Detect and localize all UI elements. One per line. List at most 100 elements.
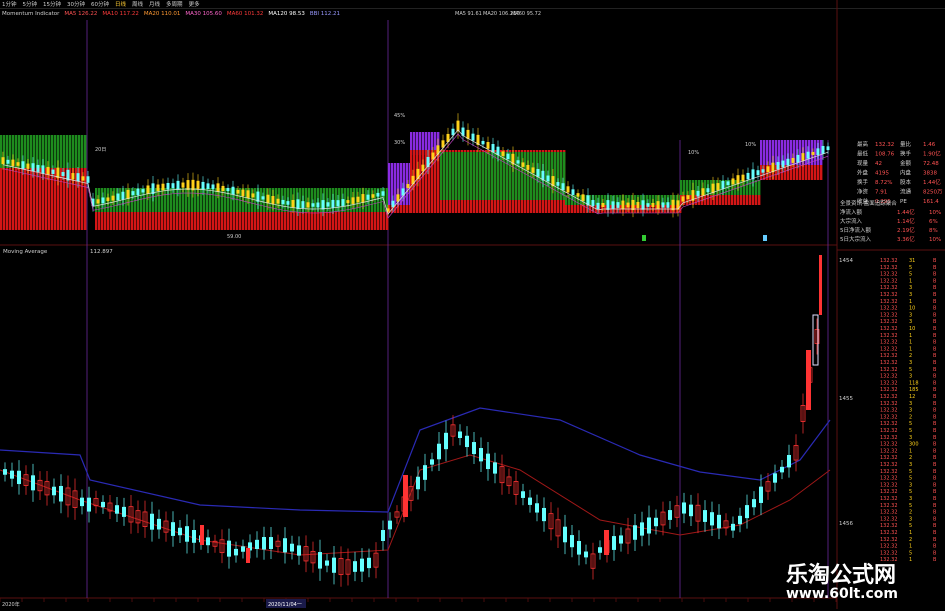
histogram-bar: [808, 165, 811, 180]
top-candle: [211, 184, 215, 190]
top-candle: [306, 202, 310, 208]
histogram-bar: [568, 195, 571, 205]
histogram-bar: [84, 135, 87, 168]
histogram-bar: [565, 205, 568, 213]
tick-price: 132.32: [880, 265, 898, 271]
tick-direction: B: [933, 544, 937, 550]
histogram-bar: [260, 212, 263, 230]
price-label-10b: 10%: [745, 142, 756, 148]
flow-label: 5日净流入额: [840, 226, 871, 234]
tick-direction: B: [933, 537, 937, 543]
tick-volume: 5: [909, 265, 912, 271]
top-candle: [166, 182, 170, 190]
top-candle: [661, 202, 665, 208]
histogram-bar: [197, 212, 200, 230]
histogram-bar: [353, 212, 356, 230]
histogram-bar: [680, 180, 683, 195]
histogram-bar: [75, 135, 78, 168]
histogram-bar: [341, 212, 344, 230]
histogram-bar: [51, 135, 54, 168]
stock-chart[interactable]: 45% 30% 10% 10% 59.00 20日 Moving Average…: [0, 0, 945, 609]
top-candle: [501, 151, 505, 156]
histogram-bar: [308, 212, 311, 230]
tick-direction: B: [933, 530, 937, 536]
candlestick: [52, 486, 56, 496]
candlestick: [416, 476, 420, 490]
tick-price: 132.32: [880, 380, 898, 386]
top-candle: [226, 187, 230, 192]
top-candle: [531, 167, 535, 173]
top-candle: [366, 194, 370, 200]
candlestick: [59, 485, 63, 502]
histogram-bar: [257, 212, 260, 230]
top-candle: [46, 166, 50, 175]
histogram-bar: [239, 212, 242, 230]
tick-volume: 5: [909, 272, 912, 278]
candlestick: [465, 435, 469, 448]
histogram-bar: [400, 205, 403, 213]
tick-direction: B: [933, 333, 937, 339]
candlestick: [819, 255, 822, 315]
tick-direction: B: [933, 306, 937, 312]
histogram-bar: [482, 152, 485, 200]
histogram-bar: [473, 152, 476, 200]
histogram-bar: [188, 188, 191, 212]
histogram-bar: [9, 168, 12, 230]
quote-panel: 最高 132.32 量比 1.46 最低 108.76 换手 1.90亿 现量 42 金额 72.48…: [837, 0, 945, 609]
time-tick: 1455: [839, 396, 853, 402]
candlestick: [192, 530, 196, 543]
candlestick: [780, 466, 784, 473]
histogram-bar: [203, 188, 206, 212]
tick-volume: 3: [909, 312, 912, 318]
top-candle: [241, 189, 245, 197]
top-candle: [486, 142, 490, 149]
histogram-bar: [218, 212, 221, 230]
quote-value: 3838: [923, 171, 937, 177]
histogram-bar: [728, 195, 731, 205]
tick-direction: B: [933, 374, 937, 380]
top-candle: [316, 202, 320, 208]
histogram-bar: [299, 212, 302, 230]
histogram-bar: [793, 165, 796, 180]
tick-price: 132.32: [880, 516, 898, 522]
histogram-bar: [113, 212, 116, 230]
tick-direction: B: [933, 516, 937, 522]
candlestick: [654, 517, 658, 527]
date-axis: 2020年: [0, 598, 837, 608]
histogram-bar: [72, 135, 75, 168]
tick-volume: 5: [909, 503, 912, 509]
tick-direction: B: [933, 469, 937, 475]
histogram-bar: [464, 152, 467, 200]
tick-direction: B: [933, 442, 937, 448]
tick-volume: 2: [909, 455, 912, 461]
tick-volume: 5: [909, 489, 912, 495]
histogram-bar: [554, 152, 557, 200]
histogram-bar: [743, 180, 746, 195]
histogram-bar: [248, 212, 251, 230]
top-candle: [686, 195, 690, 200]
tick-volume: 118: [909, 380, 919, 386]
candlestick: [185, 526, 189, 542]
histogram-bar: [749, 195, 752, 205]
histogram-bar: [722, 195, 725, 205]
tick-volume: 31: [909, 258, 915, 264]
histogram-bar: [116, 212, 119, 230]
candlestick: [731, 523, 735, 531]
histogram-bar: [128, 212, 131, 230]
candlestick: [381, 530, 385, 541]
top-candle: [666, 202, 670, 208]
candlestick: [738, 515, 742, 525]
top-candle: [181, 182, 185, 188]
histogram-bar: [377, 212, 380, 230]
candlestick: [682, 502, 686, 514]
tick-direction: B: [933, 462, 937, 468]
candlestick: [640, 522, 644, 536]
candlestick: [437, 443, 441, 460]
tick-price: 132.32: [880, 360, 898, 366]
low-price-label: 59.00: [227, 234, 241, 240]
tick-price: 132.32: [880, 530, 898, 536]
histogram-bar: [467, 152, 470, 200]
top-candle: [826, 146, 830, 151]
top-candle: [601, 202, 605, 208]
date-cursor-label: 2020/11/04一: [268, 602, 302, 608]
